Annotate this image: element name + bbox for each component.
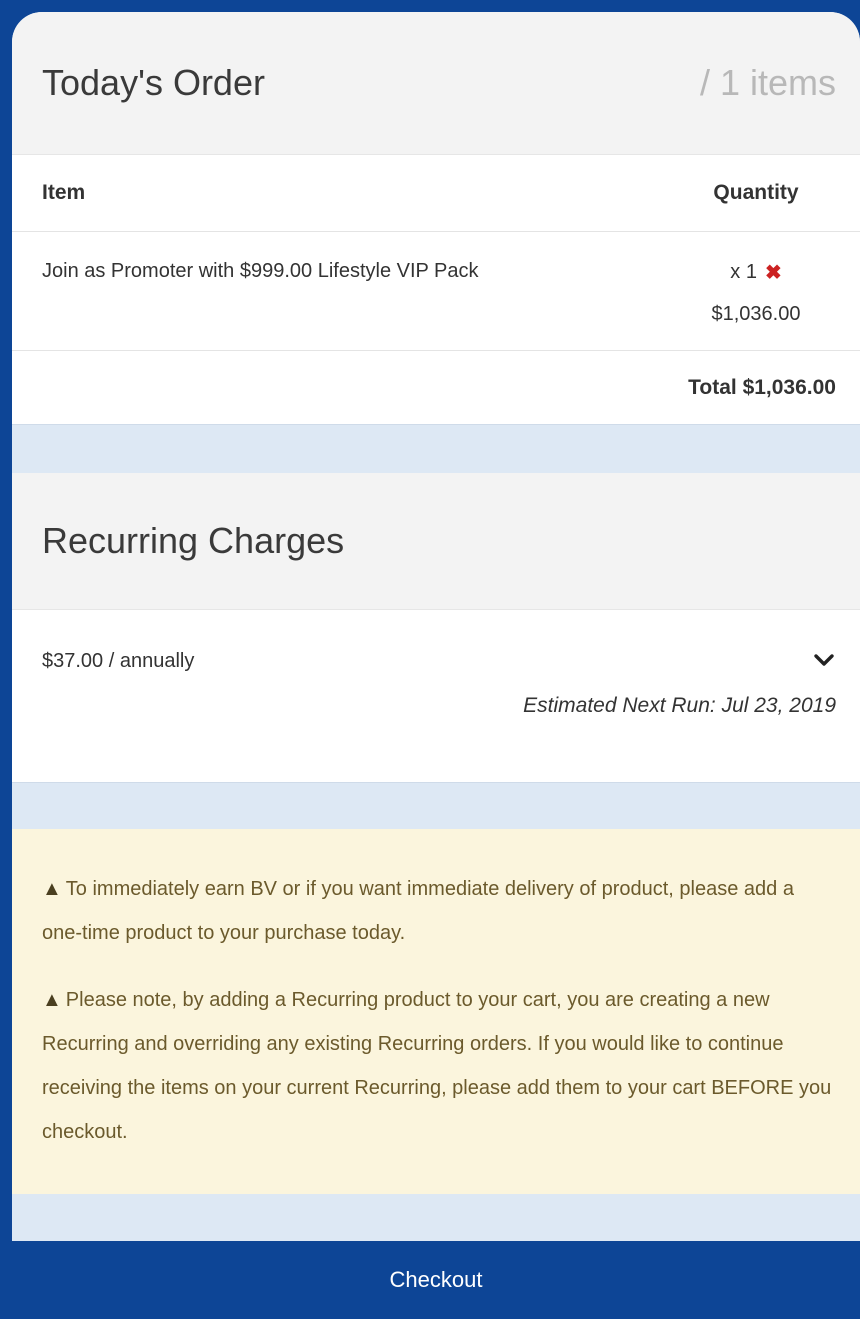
notice-message: ▲ Please note, by adding a Recurring prod…: [42, 978, 834, 1154]
order-title: Today's Order: [42, 62, 265, 103]
notice-text: Please note, by adding a Recurring produ…: [42, 989, 832, 1143]
order-table-header: Item Quantity: [12, 155, 860, 232]
checkout-button[interactable]: Checkout: [12, 1241, 860, 1319]
notice-text: To immediately earn BV or if you want im…: [42, 878, 794, 944]
item-quantity: x 1: [730, 261, 757, 283]
order-panel: Today's Order / 1 items Item Quantity Jo…: [12, 12, 860, 1319]
warning-icon: ▲: [42, 989, 62, 1011]
recurring-title: Recurring Charges: [42, 520, 345, 561]
column-header-item: Item: [42, 181, 86, 204]
item-quantity-cell: x 1 ✖ $1,036.00: [676, 232, 836, 350]
notice-message: ▲ To immediately earn BV or if you want i…: [42, 867, 834, 955]
notice-box: ▲ To immediately earn BV or if you want i…: [12, 829, 860, 1194]
estimated-next-run: Estimated Next Run: Jul 23, 2019: [523, 694, 836, 717]
total-row: Total $1,036.00: [12, 351, 860, 424]
close-icon[interactable]: ✖: [765, 260, 782, 285]
warning-icon: ▲: [42, 878, 62, 900]
recurring-item: $37.00 / annually Estimated Next Run: Ju…: [12, 610, 860, 783]
section-divider: [12, 783, 860, 829]
recurring-price: $37.00 / annually: [42, 650, 195, 672]
quantity-line: x 1 ✖: [676, 260, 836, 285]
item-price: $1,036.00: [711, 303, 801, 325]
section-divider: [12, 424, 860, 473]
recurring-header: Recurring Charges: [12, 473, 860, 610]
item-name: Join as Promoter with $999.00 Lifestyle …: [42, 260, 479, 282]
order-total: Total $1,036.00: [688, 375, 836, 399]
column-header-quantity: Quantity: [713, 181, 799, 204]
table-row: Join as Promoter with $999.00 Lifestyle …: [12, 232, 860, 351]
order-header: Today's Order / 1 items: [12, 12, 860, 155]
chevron-down-icon[interactable]: [812, 648, 836, 672]
order-item-count: / 1 items: [699, 62, 836, 103]
